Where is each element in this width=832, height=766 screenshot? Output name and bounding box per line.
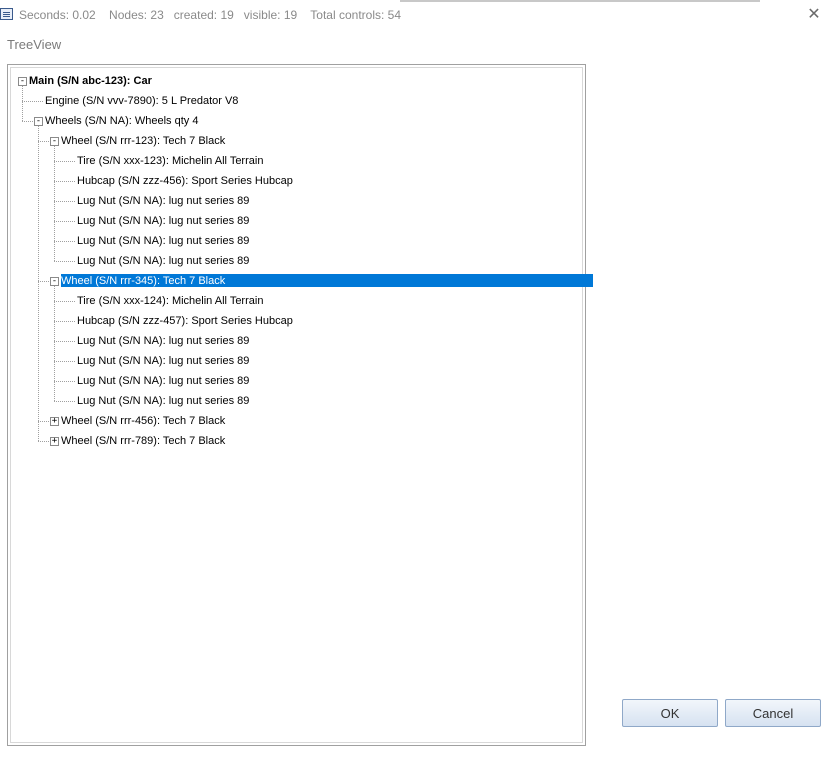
tree-node-label: Engine (S/N vvv-7890): 5 L Predator V8 (45, 95, 239, 107)
tree-node-label: Lug Nut (S/N NA): lug nut series 89 (77, 335, 250, 347)
treeview-dialog: Seconds: 0.02 Nodes: 23 created: 19 visi… (0, 0, 832, 766)
tree-connector (54, 201, 75, 202)
tree-node-label: Lug Nut (S/N NA): lug nut series 89 (77, 355, 250, 367)
tree-node-label: Hubcap (S/N zzz-456): Sport Series Hubca… (77, 175, 293, 187)
tree-node-label: Wheel (S/N rrr-345): Tech 7 Black (61, 275, 226, 287)
expand-toggle[interactable]: + (50, 417, 59, 426)
tree-connector (38, 281, 49, 282)
tree-node[interactable]: Lug Nut (S/N NA): lug nut series 89 (76, 251, 249, 271)
tree-connector (54, 161, 75, 162)
title-bar: Seconds: 0.02 Nodes: 23 created: 19 visi… (0, 0, 832, 30)
tree-node[interactable]: Hubcap (S/N zzz-457): Sport Series Hubca… (76, 311, 293, 331)
status-text: Seconds: 0.02 Nodes: 23 created: 19 visi… (19, 8, 402, 22)
tree-node[interactable]: Lug Nut (S/N NA): lug nut series 89 (76, 331, 249, 351)
collapse-toggle[interactable]: - (50, 277, 59, 286)
tree-node[interactable]: Engine (S/N vvv-7890): 5 L Predator V8 (44, 91, 238, 111)
tree-connector (54, 341, 55, 361)
tree-connector (54, 221, 55, 241)
tree-node-label: Lug Nut (S/N NA): lug nut series 89 (77, 215, 250, 227)
close-button[interactable]: ✕ (804, 5, 824, 25)
tree-node-label: Wheels (S/N NA): Wheels qty 4 (45, 115, 199, 127)
tree-connector (38, 141, 49, 142)
tree-node[interactable]: Lug Nut (S/N NA): lug nut series 89 (76, 391, 249, 411)
tree-connector (22, 101, 23, 121)
tree-connector (38, 441, 49, 442)
tree-connector (38, 421, 39, 441)
tree-node-label: Hubcap (S/N zzz-457): Sport Series Hubca… (77, 315, 293, 327)
tree-connector (54, 201, 55, 221)
tree-node[interactable]: Lug Nut (S/N NA): lug nut series 89 (76, 351, 249, 371)
tree-connector (54, 381, 55, 401)
tree-connector (54, 181, 55, 201)
tree-node[interactable]: Lug Nut (S/N NA): lug nut series 89 (76, 191, 249, 211)
tree-connector (38, 141, 39, 281)
tree-connector (54, 241, 75, 242)
tree-connector (54, 161, 55, 181)
tree-connector (54, 321, 75, 322)
tree-connector (54, 146, 55, 161)
tree-node[interactable]: Tire (S/N xxx-123): Michelin All Terrain (76, 151, 263, 171)
tree-connector (38, 126, 39, 141)
tree-node-label: Main (S/N abc-123): Car (29, 75, 152, 87)
tree-connector (54, 301, 75, 302)
tree-connector (22, 121, 33, 122)
tree-node-label: Wheel (S/N rrr-789): Tech 7 Black (61, 435, 226, 447)
tree-node-label: Lug Nut (S/N NA): lug nut series 89 (77, 395, 250, 407)
tree-node-label: Lug Nut (S/N NA): lug nut series 89 (77, 235, 250, 247)
form-icon (0, 8, 13, 20)
tree-node-label: Wheel (S/N rrr-123): Tech 7 Black (61, 135, 226, 147)
tree-connector (54, 261, 75, 262)
ok-button[interactable]: OK (622, 699, 718, 727)
tree-connector (22, 101, 43, 102)
collapse-toggle[interactable]: - (34, 117, 43, 126)
tree-node[interactable]: Lug Nut (S/N NA): lug nut series 89 (76, 371, 249, 391)
expand-toggle[interactable]: + (50, 437, 59, 446)
tree-node[interactable]: Wheel (S/N rrr-789): Tech 7 Black (60, 431, 225, 451)
tree-node[interactable]: Wheel (S/N rrr-345): Tech 7 Black (60, 271, 225, 291)
tree-node-label: Lug Nut (S/N NA): lug nut series 89 (77, 195, 250, 207)
tree-connector (38, 281, 39, 421)
tree-node[interactable]: Wheel (S/N rrr-456): Tech 7 Black (60, 411, 225, 431)
cancel-button[interactable]: Cancel (725, 699, 821, 727)
tree-connector (54, 341, 75, 342)
tree-node[interactable]: Lug Nut (S/N NA): lug nut series 89 (76, 211, 249, 231)
collapse-toggle[interactable]: - (18, 77, 27, 86)
tree-node[interactable]: Tire (S/N xxx-124): Michelin All Terrain (76, 291, 263, 311)
tree-connector (54, 321, 55, 341)
tree-node[interactable]: Wheel (S/N rrr-123): Tech 7 Black (60, 131, 225, 151)
tree-node-label: Lug Nut (S/N NA): lug nut series 89 (77, 375, 250, 387)
tree-node-label: Wheel (S/N rrr-456): Tech 7 Black (61, 415, 226, 427)
tree-connector (54, 401, 75, 402)
collapse-toggle[interactable]: - (50, 137, 59, 146)
tree-connector (54, 286, 55, 301)
tree-node[interactable]: Main (S/N abc-123): Car (28, 71, 152, 91)
tree-node[interactable]: Hubcap (S/N zzz-456): Sport Series Hubca… (76, 171, 293, 191)
tree-connector (54, 221, 75, 222)
tree-connector (54, 381, 75, 382)
tree-node-label: Tire (S/N xxx-123): Michelin All Terrain (77, 155, 264, 167)
section-label: TreeView (7, 37, 62, 52)
tree-connector (54, 361, 55, 381)
tree-connector (22, 86, 23, 101)
title-bar-top-edge (400, 0, 760, 2)
tree-connector (54, 361, 75, 362)
tree-node[interactable]: Lug Nut (S/N NA): lug nut series 89 (76, 231, 249, 251)
tree-connector (54, 301, 55, 321)
tree-node[interactable]: Wheels (S/N NA): Wheels qty 4 (44, 111, 198, 131)
tree-node-label: Tire (S/N xxx-124): Michelin All Terrain (77, 295, 264, 307)
tree-node-label: Lug Nut (S/N NA): lug nut series 89 (77, 255, 250, 267)
tree-connector (38, 421, 49, 422)
tree-connector (54, 241, 55, 261)
tree-connector (54, 181, 75, 182)
